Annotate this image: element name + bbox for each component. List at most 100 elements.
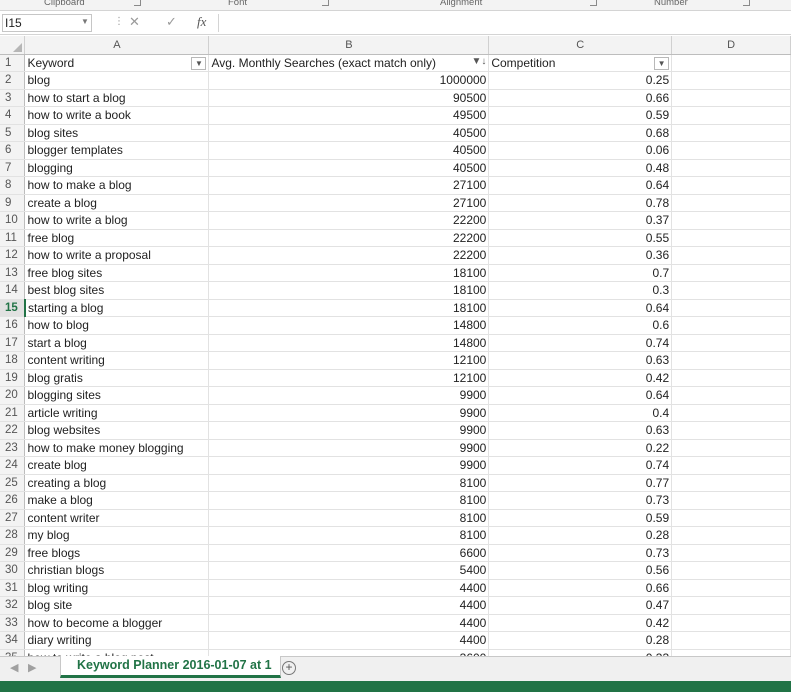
name-box[interactable]: I15	[2, 14, 92, 32]
name-box-dropdown-icon[interactable]: ▼	[81, 17, 89, 26]
searches-cell[interactable]: 40500	[208, 159, 490, 177]
competition-cell[interactable]: 0.25	[488, 71, 673, 90]
keyword-cell[interactable]: best blog sites	[24, 281, 210, 300]
searches-cell[interactable]: 8100	[208, 491, 490, 510]
empty-cell[interactable]	[671, 54, 791, 72]
row-header[interactable]: 2	[0, 71, 26, 90]
keyword-header-cell[interactable]: Keyword ▼	[24, 54, 210, 72]
competition-cell[interactable]: 0.64	[488, 299, 673, 317]
column-header-b[interactable]: B	[208, 36, 490, 55]
select-all-corner[interactable]	[0, 36, 26, 55]
cell-table[interactable]: A B C D 1 Keyword ▼ Avg. Monthly Searche…	[0, 36, 791, 656]
empty-cell[interactable]	[671, 649, 791, 656]
row-header[interactable]: 24	[0, 456, 26, 475]
searches-cell[interactable]: 22200	[208, 246, 490, 265]
keyword-cell[interactable]: how to start a blog	[24, 89, 210, 107]
row-header[interactable]: 19	[0, 369, 26, 387]
row-header[interactable]: 29	[0, 544, 26, 562]
searches-cell[interactable]: 9900	[208, 386, 490, 405]
empty-cell[interactable]	[671, 229, 791, 247]
row-header[interactable]: 12	[0, 246, 26, 265]
searches-cell[interactable]: 9900	[208, 456, 490, 475]
row-header[interactable]: 22	[0, 421, 26, 440]
empty-cell[interactable]	[671, 631, 791, 650]
keyword-cell[interactable]: how to blog	[24, 316, 210, 335]
empty-cell[interactable]	[671, 579, 791, 597]
searches-cell[interactable]: 18100	[208, 281, 490, 300]
competition-cell[interactable]: 0.63	[488, 351, 673, 370]
keyword-cell[interactable]: create blog	[24, 456, 210, 475]
row-header[interactable]: 17	[0, 334, 26, 352]
worksheet-grid[interactable]: A B C D 1 Keyword ▼ Avg. Monthly Searche…	[0, 36, 791, 656]
confirm-entry-icon[interactable]: ✓	[166, 14, 177, 30]
keyword-cell[interactable]: christian blogs	[24, 561, 210, 580]
keyword-cell[interactable]: how to write a blog post	[24, 649, 210, 656]
row-header[interactable]: 15	[0, 299, 26, 317]
searches-cell[interactable]: 1000000	[208, 71, 490, 90]
searches-cell[interactable]: 18100	[208, 264, 490, 282]
row-header[interactable]: 10	[0, 211, 26, 230]
keyword-cell[interactable]: blog site	[24, 596, 210, 615]
competition-cell[interactable]: 0.74	[488, 334, 673, 352]
alignment-launcher-icon[interactable]	[590, 0, 597, 6]
row-header[interactable]: 7	[0, 159, 26, 177]
keyword-cell[interactable]: blogger templates	[24, 141, 210, 160]
competition-cell[interactable]: 0.73	[488, 544, 673, 562]
searches-cell[interactable]: 14800	[208, 334, 490, 352]
competition-cell[interactable]: 0.74	[488, 456, 673, 475]
searches-cell[interactable]: 4400	[208, 596, 490, 615]
competition-cell[interactable]: 0.42	[488, 369, 673, 387]
empty-cell[interactable]	[671, 89, 791, 107]
keyword-cell[interactable]: how to make a blog	[24, 176, 210, 195]
row-header[interactable]: 31	[0, 579, 26, 597]
competition-cell[interactable]: 0.77	[488, 474, 673, 492]
keyword-cell[interactable]: how to become a blogger	[24, 614, 210, 632]
row-header[interactable]: 30	[0, 561, 26, 580]
competition-cell[interactable]: 0.6	[488, 316, 673, 335]
searches-cell[interactable]: 8100	[208, 474, 490, 492]
searches-cell[interactable]: 27100	[208, 194, 490, 212]
competition-cell[interactable]: 0.55	[488, 229, 673, 247]
keyword-cell[interactable]: blog	[24, 71, 210, 90]
row-header[interactable]: 35	[0, 649, 26, 656]
competition-cell[interactable]: 0.56	[488, 561, 673, 580]
empty-cell[interactable]	[671, 596, 791, 615]
row-header[interactable]: 25	[0, 474, 26, 492]
row-header[interactable]: 18	[0, 351, 26, 370]
empty-cell[interactable]	[671, 439, 791, 457]
searches-cell[interactable]: 22200	[208, 229, 490, 247]
keyword-cell[interactable]: blog sites	[24, 124, 210, 142]
keyword-cell[interactable]: start a blog	[24, 334, 210, 352]
keyword-cell[interactable]: content writer	[24, 509, 210, 527]
row-header[interactable]: 3	[0, 89, 26, 107]
formula-input[interactable]	[218, 14, 789, 32]
empty-cell[interactable]	[671, 194, 791, 212]
keyword-cell[interactable]: how to write a proposal	[24, 246, 210, 265]
empty-cell[interactable]	[671, 526, 791, 545]
keyword-cell[interactable]: create a blog	[24, 194, 210, 212]
empty-cell[interactable]	[671, 106, 791, 125]
empty-cell[interactable]	[671, 369, 791, 387]
keyword-filter-dropdown-icon[interactable]: ▼	[191, 56, 207, 70]
searches-cell[interactable]: 22200	[208, 211, 490, 230]
searches-cell[interactable]: 5400	[208, 561, 490, 580]
empty-cell[interactable]	[671, 474, 791, 492]
keyword-cell[interactable]: blogging sites	[24, 386, 210, 405]
row-header[interactable]: 5	[0, 124, 26, 142]
searches-header-cell[interactable]: Avg. Monthly Searches (exact match only)…	[208, 54, 490, 72]
competition-cell[interactable]: 0.22	[488, 439, 673, 457]
column-header-d[interactable]: D	[671, 36, 791, 55]
competition-cell[interactable]: 0.3	[488, 281, 673, 300]
font-launcher-icon[interactable]	[322, 0, 329, 6]
competition-filter-dropdown-icon[interactable]: ▼	[654, 56, 670, 70]
searches-cell[interactable]: 27100	[208, 176, 490, 195]
row-header[interactable]: 21	[0, 404, 26, 422]
empty-cell[interactable]	[671, 316, 791, 335]
searches-cell[interactable]: 3600	[208, 649, 490, 656]
keyword-cell[interactable]: free blogs	[24, 544, 210, 562]
searches-cell[interactable]: 8100	[208, 526, 490, 545]
row-header[interactable]: 23	[0, 439, 26, 457]
insert-function-icon[interactable]: fx	[197, 14, 206, 30]
keyword-cell[interactable]: creating a blog	[24, 474, 210, 492]
scroll-tabs-right-icon[interactable]: ▶	[28, 661, 36, 674]
